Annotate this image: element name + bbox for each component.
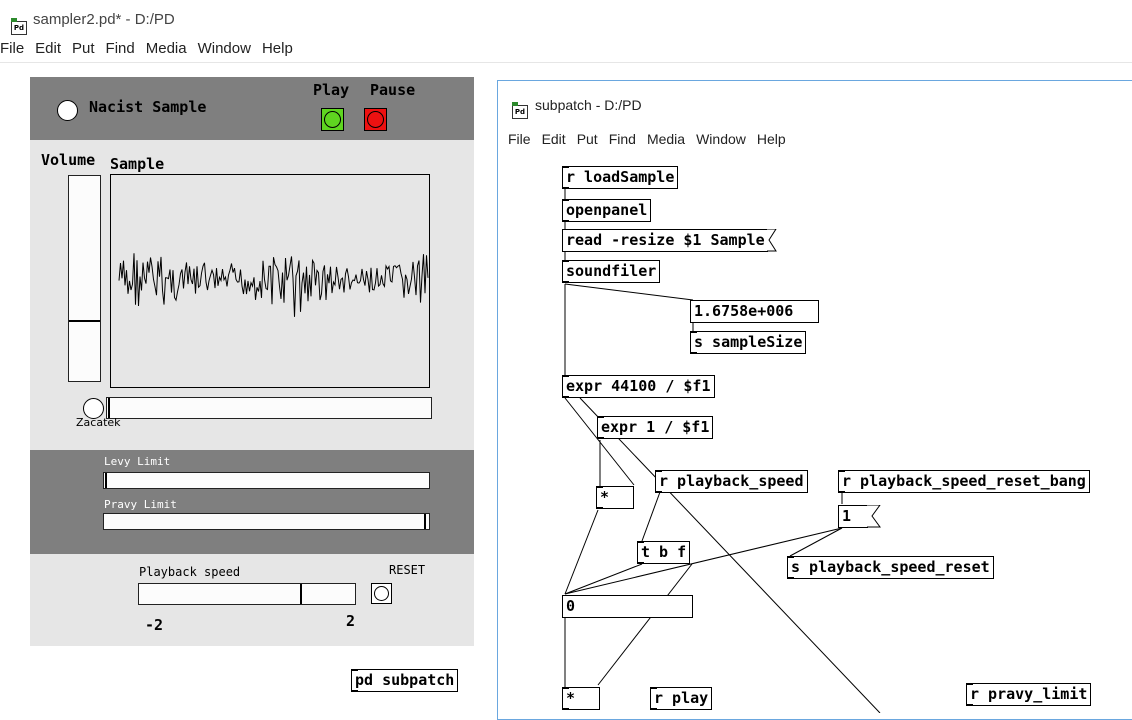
msg-read-resize[interactable]: read -resize $1 Sample (562, 229, 777, 252)
obj-r-playback-speed-reset-bang[interactable]: r playback_speed_reset_bang (838, 470, 1090, 493)
cord (597, 563, 693, 686)
msg-read-text: read -resize $1 Sample (566, 231, 765, 249)
obj-expr-44100[interactable]: expr 44100 / $f1 (562, 375, 715, 398)
msg-1[interactable]: 1 (838, 505, 881, 528)
cord (641, 491, 661, 542)
obj-multiply-2[interactable]: * (562, 687, 600, 710)
atom-zero[interactable]: 0 (562, 595, 693, 618)
obj-s-playback-speed-reset[interactable]: s playback_speed_reset (787, 556, 994, 579)
atom-sample-size[interactable]: 1.6758e+006 (690, 300, 819, 323)
obj-multiply-1[interactable]: * (596, 486, 634, 509)
obj-openpanel[interactable]: openpanel (562, 199, 652, 222)
msg-flag (766, 229, 777, 252)
obj-t-b-f[interactable]: t b f (637, 541, 691, 564)
cord (789, 527, 843, 557)
obj-r-pravy-limit[interactable]: r pravy_limit (966, 683, 1092, 706)
obj-r-playback-speed[interactable]: r playback_speed (655, 470, 808, 493)
cord (564, 283, 694, 301)
cord (564, 563, 643, 595)
obj-s-samplesize[interactable]: s sampleSize (690, 331, 807, 354)
msg-1-flag (867, 505, 881, 528)
obj-expr-1[interactable]: expr 1 / $f1 (597, 416, 714, 439)
obj-soundfiler[interactable]: soundfiler (562, 260, 661, 283)
msg-1-text: 1 (842, 507, 852, 525)
cord (564, 509, 599, 595)
obj-r-play[interactable]: r play (650, 687, 713, 710)
obj-r-loadsample[interactable]: r loadSample (562, 166, 679, 189)
